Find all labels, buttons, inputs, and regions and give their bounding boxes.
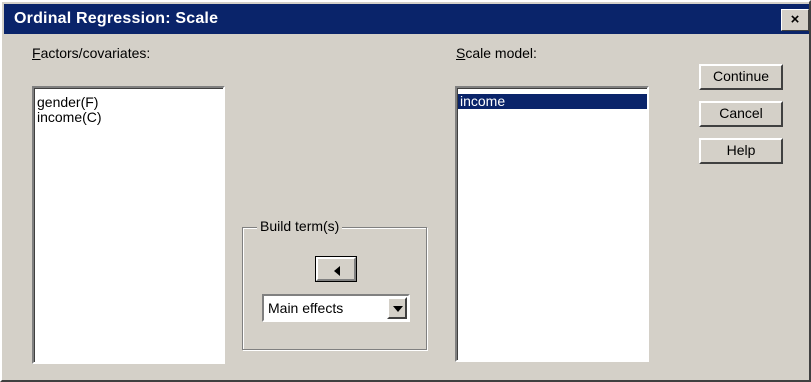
- move-to-scale-button[interactable]: [315, 256, 357, 282]
- chevron-down-icon: [393, 306, 403, 312]
- build-terms-title: Build term(s): [257, 218, 343, 234]
- scale-model-list[interactable]: income: [455, 86, 649, 362]
- help-button[interactable]: Help: [699, 138, 783, 164]
- scale-label-text: cale model:: [465, 45, 537, 61]
- close-button[interactable]: ×: [781, 9, 809, 31]
- list-item[interactable]: income(C): [35, 110, 223, 125]
- list-item[interactable]: gender(F): [35, 95, 223, 110]
- left-arrow-icon: [334, 266, 340, 276]
- ordinal-regression-scale-dialog: Ordinal Regression: Scale × Factors/cova…: [0, 0, 811, 382]
- scale-label-accelerator: S: [456, 45, 466, 61]
- term-type-dropdown-button[interactable]: [387, 297, 407, 319]
- close-icon: ×: [790, 11, 800, 28]
- term-type-select[interactable]: Main effects: [262, 294, 410, 322]
- factors-covariates-label: Factors/covariates:: [32, 45, 150, 61]
- factors-label-text: actors/covariates:: [40, 45, 151, 61]
- continue-button[interactable]: Continue: [699, 64, 783, 90]
- title-bar[interactable]: Ordinal Regression: Scale ×: [4, 4, 809, 34]
- cancel-button[interactable]: Cancel: [699, 101, 783, 127]
- term-type-value: Main effects: [268, 300, 344, 316]
- factors-covariates-list[interactable]: gender(F) income(C): [32, 86, 225, 364]
- scale-model-label: Scale model:: [456, 45, 537, 61]
- window-title: Ordinal Regression: Scale: [14, 10, 219, 27]
- list-item-selected[interactable]: income: [458, 94, 647, 109]
- build-terms-group: Build term(s) Main effects: [242, 218, 427, 350]
- factors-label-accelerator: F: [32, 45, 41, 61]
